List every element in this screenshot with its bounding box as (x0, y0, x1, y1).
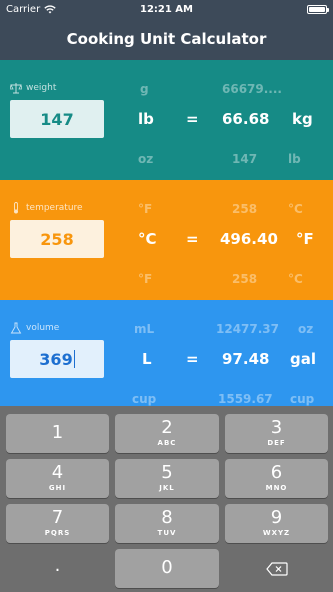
weight-unit-picker[interactable]: lb (138, 110, 154, 128)
key-1-number: 1 (51, 422, 64, 443)
key-7-number: 7 (51, 507, 64, 528)
scale-icon (10, 83, 22, 94)
key-7-letters: PQRS (44, 529, 71, 537)
text-cursor (73, 350, 75, 368)
key-0-number: 0 (161, 557, 173, 578)
key-3-letters: DEF (267, 439, 286, 447)
temperature-label: temperature (10, 202, 83, 214)
temperature-ghost-bottom-value: 258 (232, 272, 258, 286)
key-4-number: 4 (51, 462, 64, 483)
key-decimal[interactable]: . (6, 549, 109, 588)
weight-ghost-top-value: 66679.... (222, 82, 282, 96)
backspace-icon (265, 561, 288, 576)
key-2[interactable]: 2 ABC (115, 414, 219, 453)
backspace-key[interactable] (225, 549, 328, 588)
key-decimal-symbol: . (54, 555, 61, 576)
key-9[interactable]: 9 WXYZ (225, 504, 328, 543)
weight-ghost-top-unit[interactable]: g (140, 82, 149, 96)
numeric-keypad: 1 2 ABC 3 DEF 4 GHI 5 JKL 6 MNO 7 PQRS 8… (0, 406, 333, 592)
weight-label: weight (10, 82, 56, 94)
temperature-unit-picker[interactable]: °C (138, 230, 157, 248)
temperature-section: temperature °F 258 °C 258 °C = 496.40 °F… (0, 180, 333, 300)
key-9-letters: WXYZ (262, 529, 291, 537)
flask-icon (10, 322, 22, 334)
key-3-number: 3 (270, 417, 283, 438)
volume-ghost-top-value: 12477.37 (216, 322, 280, 336)
weight-ghost-bottom-unit[interactable]: oz (138, 152, 153, 166)
temperature-ghost-bottom-unit[interactable]: °F (138, 272, 152, 286)
weight-section: weight g 66679.... 147 lb = 66.68 kg oz … (0, 60, 333, 180)
volume-equals: = (186, 350, 199, 368)
temperature-ghost-bottom-unit2[interactable]: °C (288, 272, 303, 286)
key-4[interactable]: 4 GHI (6, 459, 109, 498)
status-bar: Carrier 12:21 AM (0, 0, 333, 18)
weight-ghost-bottom-value: 147 (232, 152, 258, 166)
volume-input[interactable]: 369 (10, 340, 104, 378)
volume-result-unit-picker[interactable]: gal (290, 350, 316, 368)
volume-ghost-bottom-unit2[interactable]: cup (290, 392, 314, 406)
key-8-number: 8 (161, 507, 173, 528)
volume-unit-picker[interactable]: L (142, 350, 152, 368)
temperature-label-text: temperature (26, 203, 83, 213)
key-3[interactable]: 3 DEF (225, 414, 328, 453)
volume-label-text: volume (26, 323, 60, 333)
key-5-number: 5 (161, 462, 173, 483)
key-5-letters: JKL (159, 484, 175, 492)
key-6-letters: MNO (265, 484, 288, 492)
key-2-number: 2 (161, 417, 173, 438)
key-2-letters: ABC (157, 439, 177, 447)
temperature-result-unit-picker[interactable]: °F (296, 230, 314, 248)
thermometer-icon (14, 202, 18, 214)
volume-ghost-top-unit[interactable]: mL (134, 322, 154, 336)
volume-ghost-bottom-value: 1559.67 (218, 392, 273, 406)
volume-ghost-bottom-unit[interactable]: cup (132, 392, 156, 406)
temperature-ghost-top-unit[interactable]: °F (138, 202, 152, 216)
key-8-letters: TUV (157, 529, 177, 537)
status-time: 12:21 AM (139, 3, 193, 15)
key-9-number: 9 (270, 507, 283, 528)
weight-input[interactable]: 147 (10, 100, 104, 138)
page-title: Cooking Unit Calculator (0, 18, 333, 60)
temperature-result: 496.40 (220, 230, 278, 248)
temperature-ghost-top-unit2[interactable]: °C (288, 202, 303, 216)
key-6-number: 6 (270, 462, 283, 483)
key-5[interactable]: 5 JKL (115, 459, 219, 498)
weight-equals: = (186, 110, 199, 128)
key-4-letters: GHI (48, 484, 67, 492)
battery-icon (307, 4, 329, 14)
key-0[interactable]: 0 (115, 549, 219, 588)
weight-result-unit-picker[interactable]: kg (292, 110, 313, 128)
weight-ghost-bottom-unit2[interactable]: lb (288, 152, 301, 166)
volume-label: volume (10, 322, 59, 334)
key-1[interactable]: 1 (6, 414, 109, 453)
weight-result: 66.68 (222, 110, 270, 128)
volume-result: 97.48 (222, 350, 270, 368)
volume-ghost-top-unit2[interactable]: oz (298, 322, 313, 336)
weight-label-text: weight (26, 83, 57, 93)
temperature-input[interactable]: 258 (10, 220, 104, 258)
key-7[interactable]: 7 PQRS (6, 504, 109, 543)
volume-input-value: 369 (39, 349, 73, 369)
key-8[interactable]: 8 TUV (115, 504, 219, 543)
key-6[interactable]: 6 MNO (225, 459, 328, 498)
temperature-ghost-top-value: 258 (232, 202, 258, 216)
temperature-equals: = (186, 230, 199, 248)
status-right (307, 4, 329, 14)
volume-section: volume mL 12477.37 oz 369 L = 97.48 gal … (0, 300, 333, 420)
